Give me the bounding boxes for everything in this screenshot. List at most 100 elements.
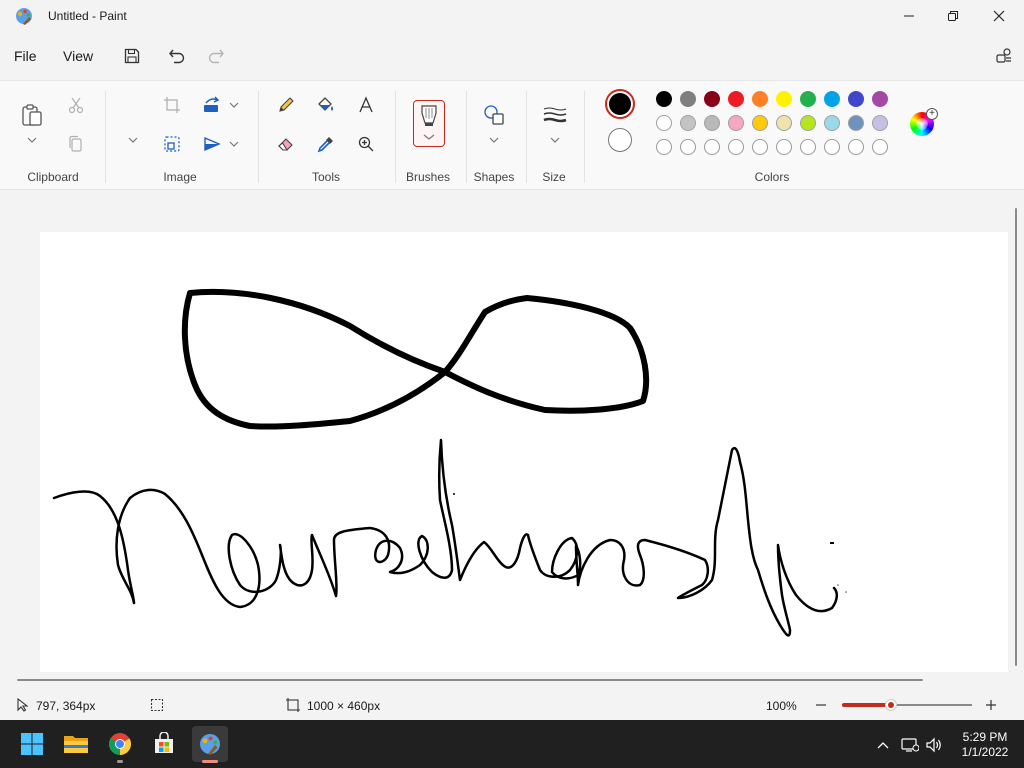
brushes-button[interactable] [413, 100, 445, 147]
taskbar-clock[interactable]: 5:29 PM 1/1/2022 [950, 730, 1020, 760]
cut-button[interactable] [64, 93, 88, 117]
crop-button[interactable] [160, 93, 184, 117]
microsoft-store-button[interactable] [148, 728, 180, 760]
ribbon-separator [584, 91, 585, 183]
palette-swatch[interactable] [872, 115, 888, 131]
file-explorer-button[interactable] [60, 728, 92, 760]
resize-button[interactable] [160, 132, 184, 156]
palette-swatch[interactable] [800, 91, 816, 107]
primary-color-swatch [609, 93, 631, 115]
resize-icon [164, 136, 180, 152]
drawing-canvas[interactable] [40, 232, 1008, 672]
stray-dot [837, 584, 839, 586]
custom-color-slot[interactable] [824, 139, 840, 155]
eraser-tool-button[interactable] [274, 132, 298, 156]
palette-swatch[interactable] [800, 115, 816, 131]
palette-swatch[interactable] [680, 91, 696, 107]
share-button[interactable] [992, 44, 1016, 68]
magnifier-tool-button[interactable] [354, 132, 378, 156]
custom-color-slot[interactable] [776, 139, 792, 155]
handwriting-stroke [52, 438, 838, 637]
secondary-color-selector[interactable] [608, 128, 632, 152]
palette-swatch[interactable] [824, 91, 840, 107]
zoom-level[interactable]: 100% [766, 699, 797, 713]
zoom-slider-thumb[interactable] [885, 699, 898, 711]
rotate-button[interactable] [200, 93, 224, 117]
fill-tool-button[interactable] [314, 93, 338, 117]
title-bar: Untitled - Paint [0, 0, 1024, 32]
speaker-icon [926, 737, 941, 753]
custom-color-slot[interactable] [656, 139, 672, 155]
palette-swatch[interactable] [848, 115, 864, 131]
copy-icon [69, 135, 82, 152]
palette-swatch[interactable] [824, 115, 840, 131]
group-label-brushes: Brushes [405, 170, 451, 184]
network-icon [901, 738, 919, 752]
palette-swatch[interactable] [656, 91, 672, 107]
custom-color-slot[interactable] [704, 139, 720, 155]
palette-swatch[interactable] [656, 115, 672, 131]
color-picker-button[interactable] [314, 132, 338, 156]
custom-color-slot[interactable] [752, 139, 768, 155]
group-label-image: Image [163, 170, 197, 184]
paste-icon [22, 104, 42, 126]
palette-swatch[interactable] [848, 91, 864, 107]
cursor-position-icon [17, 698, 29, 712]
text-icon [359, 96, 373, 113]
palette-swatch[interactable] [704, 91, 720, 107]
size-button[interactable] [542, 103, 568, 127]
palette-swatch[interactable] [704, 115, 720, 131]
rotate-dropdown-icon[interactable] [228, 99, 240, 111]
custom-color-slot[interactable] [848, 139, 864, 155]
flip-dropdown-icon[interactable] [228, 138, 240, 150]
custom-color-slot[interactable] [800, 139, 816, 155]
palette-swatch[interactable] [872, 91, 888, 107]
save-button[interactable] [120, 44, 144, 68]
flip-button[interactable] [200, 132, 224, 156]
shapes-dropdown-icon[interactable] [488, 134, 500, 146]
palette-swatch[interactable] [776, 115, 792, 131]
show-hidden-icons-button[interactable] [874, 736, 892, 754]
palette-swatch[interactable] [680, 115, 696, 131]
windows-logo-icon [21, 733, 43, 755]
chrome-button[interactable] [104, 728, 136, 760]
paste-dropdown-icon[interactable] [26, 134, 38, 146]
primary-color-selector[interactable] [605, 89, 635, 119]
palette-swatch[interactable] [752, 115, 768, 131]
paste-button[interactable] [20, 103, 44, 127]
shapes-button[interactable] [482, 103, 506, 127]
zoom-slider-fill [842, 703, 892, 707]
plus-icon [986, 700, 996, 710]
network-button[interactable] [901, 736, 919, 754]
vertical-scrollbar[interactable] [1015, 208, 1017, 666]
undo-button[interactable] [165, 44, 189, 68]
palette-swatch[interactable] [728, 115, 744, 131]
palette-swatch[interactable] [728, 91, 744, 107]
custom-color-slot[interactable] [728, 139, 744, 155]
select-dropdown-icon[interactable] [127, 134, 139, 146]
zoom-in-button[interactable] [982, 698, 1000, 712]
custom-color-slot[interactable] [680, 139, 696, 155]
custom-color-slot[interactable] [872, 139, 888, 155]
menu-view[interactable]: View [63, 48, 93, 64]
close-button[interactable] [976, 0, 1022, 32]
ribbon-separator [258, 91, 259, 183]
stray-dot [845, 591, 847, 593]
paint-taskbar-button[interactable] [192, 726, 228, 762]
size-dropdown-icon[interactable] [549, 134, 561, 146]
folder-icon [64, 736, 88, 753]
palette-swatch[interactable] [752, 91, 768, 107]
horizontal-scrollbar[interactable] [17, 679, 923, 681]
volume-button[interactable] [925, 736, 943, 754]
start-button[interactable] [16, 728, 48, 760]
minimize-button[interactable] [886, 0, 932, 32]
shapes-icon [484, 105, 504, 125]
text-tool-button[interactable] [354, 93, 378, 117]
zoom-out-button[interactable] [812, 698, 830, 712]
restore-button[interactable] [930, 0, 976, 32]
menu-file[interactable]: File [14, 48, 37, 64]
redo-button[interactable] [204, 44, 228, 68]
palette-swatch[interactable] [776, 91, 792, 107]
pencil-tool-button[interactable] [274, 93, 298, 117]
copy-button[interactable] [64, 132, 88, 156]
